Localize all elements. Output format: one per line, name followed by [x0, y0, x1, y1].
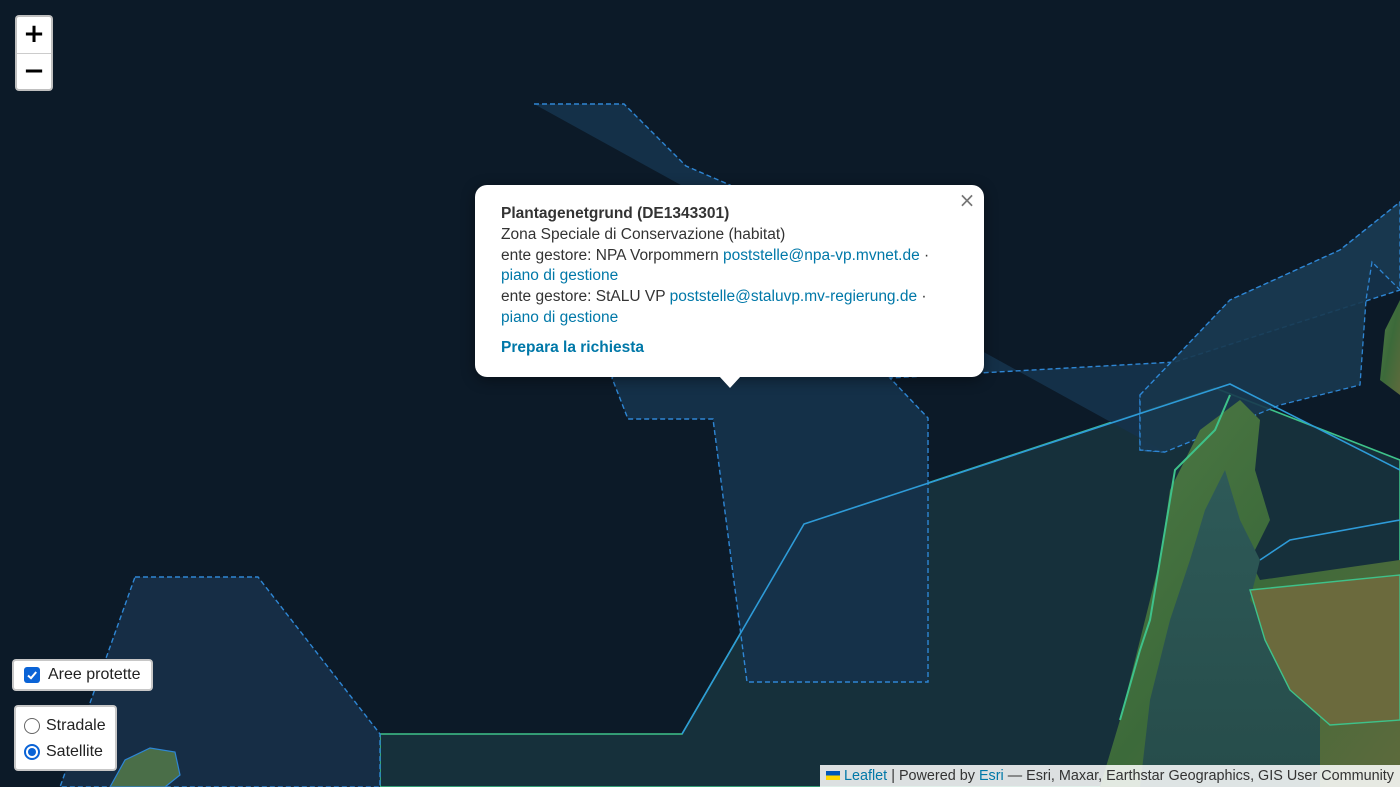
- management-plan-link[interactable]: piano di gestione: [501, 309, 618, 326]
- check-icon: [27, 671, 37, 680]
- ukraine-flag-icon: [825, 771, 840, 780]
- map-attribution: Leaflet | Powered by Esri — Esri, Maxar,…: [819, 765, 1400, 787]
- popup-manager-2: ente gestore: StALU VP poststelle@staluv…: [501, 287, 958, 329]
- manager-email-link[interactable]: poststelle@staluvp.mv-regierung.de: [670, 288, 918, 305]
- close-icon[interactable]: ×: [958, 190, 976, 210]
- basemap-label-road: Stradale: [46, 717, 106, 734]
- map-layer: [0, 0, 1400, 787]
- leaflet-link[interactable]: Leaflet: [844, 768, 887, 784]
- management-plan-link[interactable]: piano di gestione: [501, 267, 618, 284]
- manager-label: ente gestore: StALU VP: [501, 288, 666, 306]
- manager-email-link[interactable]: poststelle@npa-vp.mvnet.de: [723, 247, 920, 264]
- separator: ·: [924, 246, 930, 264]
- popup-manager-1: ente gestore: NPA Vorpommern poststelle@…: [501, 246, 958, 288]
- zoom-out-button[interactable]: −: [17, 53, 51, 89]
- zoom-control: + −: [15, 15, 53, 91]
- prepare-request-link[interactable]: Prepara la richiesta: [501, 338, 644, 359]
- separator: ·: [921, 288, 927, 306]
- basemap-option-satellite[interactable]: Satellite: [24, 739, 107, 765]
- manager-label: ente gestore: NPA Vorpommern: [501, 246, 719, 264]
- powered-by-text: Powered by: [898, 768, 975, 784]
- esri-link[interactable]: Esri: [979, 768, 1004, 784]
- popup-title: Plantagenetgrund (DE1343301): [501, 205, 730, 222]
- basemap-switcher: Stradale Satellite: [14, 705, 117, 771]
- overlay-toggle[interactable]: Aree protette: [12, 659, 153, 691]
- basemap-option-road[interactable]: Stradale: [24, 713, 107, 739]
- radio-satellite[interactable]: [24, 744, 40, 760]
- popup-tip: [719, 376, 741, 388]
- protected-areas-label: Aree protette: [48, 666, 141, 683]
- protected-areas-checkbox[interactable]: [24, 667, 40, 683]
- radio-road[interactable]: [24, 718, 40, 734]
- attribution-sources: — Esri, Maxar, Earthstar Geographics, GI…: [1007, 768, 1394, 784]
- satellite-map[interactable]: [0, 0, 1400, 787]
- zoom-in-button[interactable]: +: [17, 17, 51, 53]
- basemap-label-satellite: Satellite: [46, 743, 103, 760]
- attribution-separator: |: [891, 768, 895, 784]
- popup-area-type: Zona Speciale di Conservazione (habitat): [501, 225, 786, 243]
- area-popup: × Plantagenetgrund (DE1343301) Zona Spec…: [475, 185, 984, 377]
